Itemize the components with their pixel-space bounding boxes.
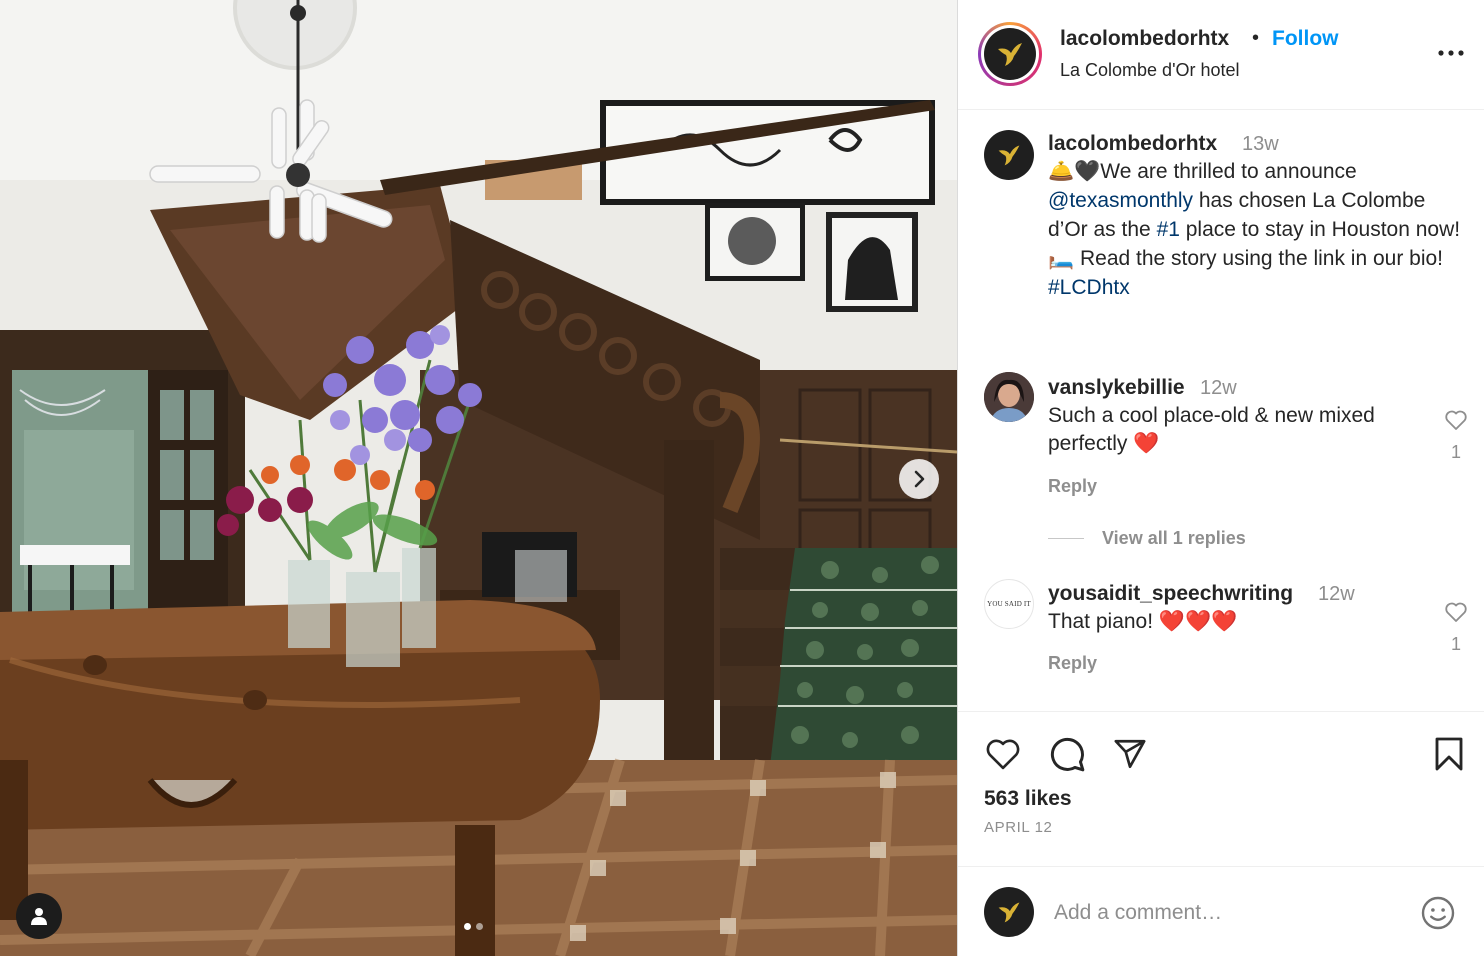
dove-logo-icon [998, 43, 1022, 66]
comment-composer [958, 866, 1484, 956]
comment-username[interactable]: yousaidit_speechwriting [1048, 582, 1293, 606]
dove-logo-icon [998, 902, 1020, 923]
caption-username[interactable]: lacolombedorhtx [1048, 132, 1217, 156]
commenter-avatar[interactable] [984, 372, 1034, 422]
bookmark-icon [1435, 737, 1463, 771]
post-side-panel: lacolombedorhtx • Follow La Colombe d'Or… [957, 0, 1484, 956]
instagram-post-view: lacolombedorhtx • Follow La Colombe d'Or… [0, 0, 1484, 956]
comment-like-button[interactable] [1441, 597, 1471, 627]
header-username[interactable]: lacolombedorhtx [1060, 27, 1229, 51]
more-horizontal-icon [1438, 50, 1464, 56]
comment-icon [1050, 737, 1085, 772]
chevron-right-icon [914, 470, 925, 488]
post-actions: 563 likes APRIL 12 [958, 711, 1484, 956]
caption-emoji: 🛎️🖤 [1048, 160, 1101, 183]
photo-illustration [0, 0, 957, 956]
comment-text: Such a cool place-old & new mixed perfec… [1048, 404, 1375, 455]
like-button[interactable] [982, 733, 1024, 775]
share-icon [1114, 739, 1146, 769]
caption-text: 🛎️🖤We are thrilled to announce @texasmon… [1048, 157, 1468, 302]
user-icon [31, 908, 47, 925]
comment-like-count: 1 [1451, 634, 1462, 654]
divider [1048, 538, 1084, 539]
hashtag-link[interactable]: #1 [1157, 218, 1180, 241]
carousel-indicator [464, 923, 483, 930]
heart-icon [1445, 602, 1467, 622]
location-label[interactable]: La Colombe d'Or hotel [1060, 60, 1240, 81]
commenter-avatar[interactable]: YOU SAID IT [984, 579, 1034, 629]
comment-button[interactable] [1046, 733, 1088, 775]
separator-dot: • [1252, 27, 1260, 49]
like-count[interactable]: 563 likes [984, 787, 1072, 811]
dove-logo-icon [998, 145, 1020, 166]
tagged-users-button[interactable] [16, 893, 62, 939]
comment-timestamp[interactable]: 12w [1318, 583, 1355, 606]
own-avatar [984, 887, 1034, 937]
next-photo-button[interactable] [899, 459, 939, 499]
carousel-dot-active [464, 923, 471, 930]
comment-like-count: 1 [1451, 442, 1462, 462]
heart-icon [1445, 410, 1467, 430]
view-replies-label: View all 1 replies [1102, 528, 1246, 548]
avatar-wordmark: YOU SAID IT [987, 600, 1031, 608]
comment-like-button[interactable] [1441, 405, 1471, 435]
caption-text-part: We are thrilled to announce [1100, 160, 1357, 183]
post-photo[interactable] [0, 0, 957, 956]
follow-button[interactable]: Follow [1272, 27, 1339, 51]
caption-timestamp[interactable]: 13w [1242, 133, 1279, 156]
hashtag-link[interactable]: #LCDhtx [1048, 276, 1130, 299]
mention-link[interactable]: @texasmonthly [1048, 189, 1193, 212]
comment-timestamp[interactable]: 12w [1200, 377, 1237, 400]
comment-username[interactable]: vanslykebillie [1048, 376, 1185, 400]
smiley-icon [1421, 896, 1455, 930]
heart-icon [986, 739, 1020, 770]
save-button[interactable] [1428, 733, 1470, 775]
caption-avatar[interactable] [984, 130, 1034, 180]
share-button[interactable] [1109, 733, 1151, 775]
comment-input[interactable] [1054, 895, 1394, 931]
story-ring[interactable] [978, 22, 1042, 86]
avatar [984, 28, 1036, 80]
post-header: lacolombedorhtx • Follow La Colombe d'Or… [958, 0, 1484, 110]
comment-text: That piano! ❤️❤️❤️ [1048, 610, 1238, 633]
profile-photo-icon [984, 372, 1034, 422]
more-options-button[interactable] [1434, 36, 1468, 70]
post-date[interactable]: APRIL 12 [984, 819, 1052, 836]
reply-button[interactable]: Reply [1048, 476, 1097, 497]
reply-button[interactable]: Reply [1048, 653, 1097, 674]
carousel-dot [476, 923, 483, 930]
view-replies-button[interactable]: View all 1 replies [1048, 528, 1246, 549]
emoji-picker-button[interactable] [1418, 893, 1458, 933]
